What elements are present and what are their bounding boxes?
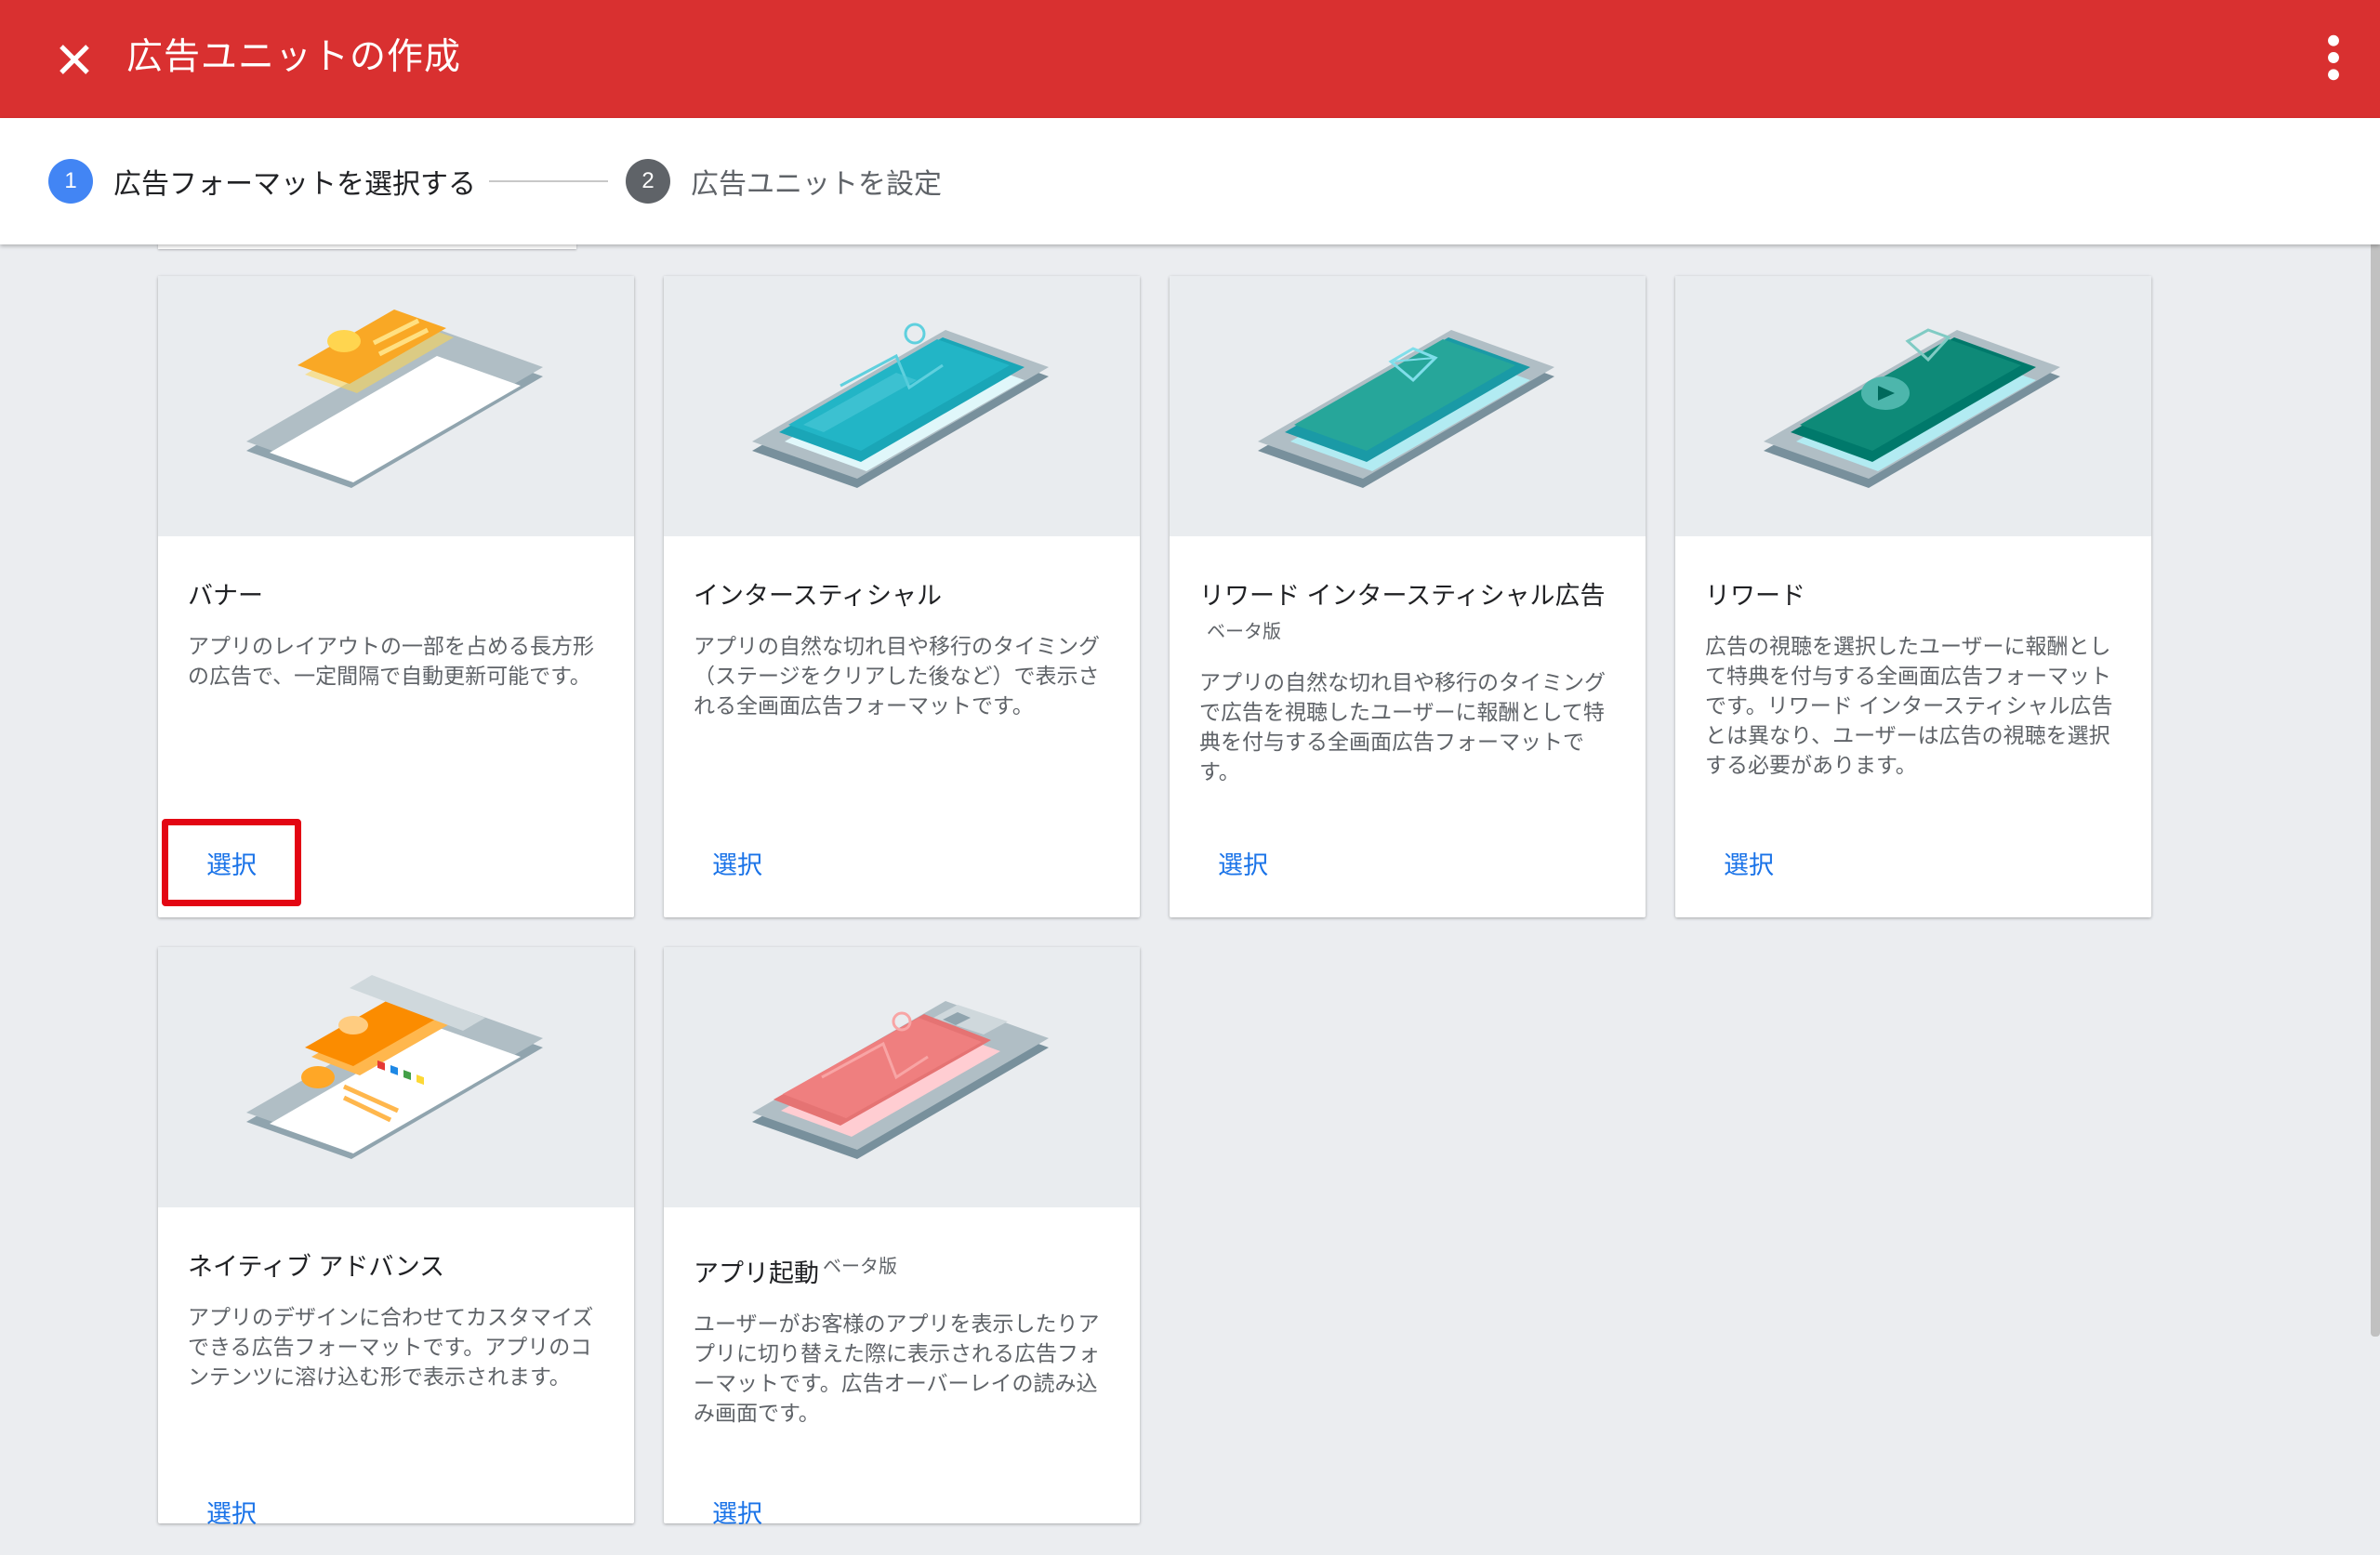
beta-badge: ベータ版 [1207,620,1281,642]
step-number-2: 2 [626,159,670,204]
close-icon [60,45,89,74]
select-native-advanced-button[interactable]: 選択 [162,1468,301,1555]
rewarded-interstitial-illustration [1170,276,1646,536]
step-label-2: 広告ユニットを設定 [691,168,942,201]
step-connector [489,180,608,182]
more-options-button[interactable] [2307,28,2360,87]
card-title: リワード インタースティシャル広告 [1199,582,1606,610]
card-description: ユーザーがお客様のアプリを表示したりアプリに切り替えた際に表示される広告フォーマ… [694,1311,1100,1425]
card-title: ネイティブ アドバンス [188,1253,445,1281]
rewarded-illustration [1675,276,2151,536]
card-title: リワード [1705,582,1805,610]
ad-format-card-rewarded-interstitial: リワード インタースティシャル広告 ベータ版 アプリの自然な切れ目や移行のタイミ… [1170,276,1646,917]
scrollbar[interactable] [2371,231,2380,1337]
beta-badge: ベータ版 [823,1257,897,1277]
step-configure-unit[interactable]: 2 広告ユニットを設定 [626,118,942,244]
step-number-1: 1 [48,159,93,204]
card-title: インタースティシャル [694,582,943,610]
native-advanced-illustration [158,947,634,1207]
app-open-illustration [664,947,1140,1207]
banner-illustration [158,276,634,536]
select-rewarded-interstitial-button[interactable]: 選択 [1173,819,1313,906]
card-description: アプリのレイアウトの一部を占める長方形の広告で、一定間隔で自動更新可能です。 [188,634,594,688]
step-label-1: 広告フォーマットを選択する [113,168,476,201]
ad-format-card-rewarded: リワード 広告の視聴を選択したユーザーに報酬として特典を付与する全画面広告フォー… [1675,276,2151,917]
card-title-text: アプリ起動 [694,1259,819,1287]
ad-format-card-native-advanced: ネイティブ アドバンス アプリのデザインに合わせてカスタマイズできる広告フォーマ… [158,947,634,1529]
select-banner-button[interactable]: 選択 [162,819,301,906]
interstitial-illustration [664,276,1140,536]
more-vert-icon [2328,34,2339,81]
app-header: 広告ユニットの作成 [0,0,2380,118]
select-rewarded-button[interactable]: 選択 [1679,819,1818,906]
ad-format-card-banner: バナー アプリのレイアウトの一部を占める長方形の広告で、一定間隔で自動更新可能で… [158,276,634,917]
card-description: アプリの自然な切れ目や移行のタイミング（ステージをクリアした後など）で表示される… [694,634,1100,718]
card-description: 広告の視聴を選択したユーザーに報酬として特典を付与する全画面広告フォーマットです… [1705,634,2113,777]
page-title: 広告ユニットの作成 [126,36,462,78]
card-description: アプリの自然な切れ目や移行のタイミングで広告を視聴したユーザーに報酬として特典を… [1199,670,1606,784]
select-interstitial-button[interactable]: 選択 [668,819,807,906]
step-select-format[interactable]: 1 広告フォーマットを選択する [48,118,476,244]
ad-format-card-interstitial: インタースティシャル アプリの自然な切れ目や移行のタイミング（ステージをクリアし… [664,276,1140,917]
ad-format-card-app-open: アプリ起動 ベータ版 ユーザーがお客様のアプリを表示したりアプリに切り替えた際に表… [664,947,1140,1529]
card-title: バナー [188,582,263,610]
stepper: 1 広告フォーマットを選択する 2 広告ユニットを設定 [0,118,2380,244]
select-app-open-button[interactable]: 選択 [668,1468,807,1555]
card-description: アプリのデザインに合わせてカスタマイズできる広告フォーマットです。アプリのコンテ… [188,1305,594,1389]
close-button[interactable] [48,33,100,86]
card-title: アプリ起動 ベータ版 [694,1248,1110,1292]
